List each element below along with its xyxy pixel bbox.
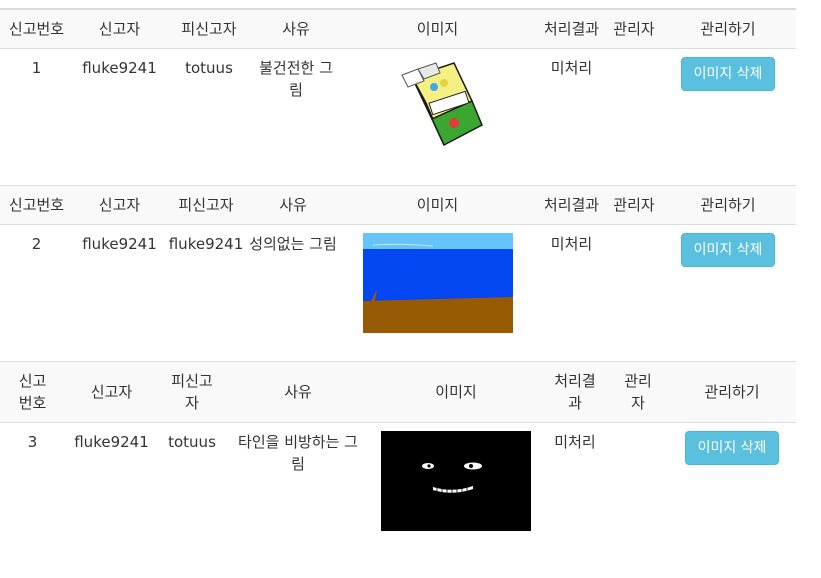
col-reporter: 신고자	[65, 361, 158, 423]
col-reason: 사유	[252, 9, 340, 49]
manage-cell: 이미지 삭제	[660, 225, 796, 334]
col-image: 이미지	[340, 185, 535, 225]
reason: 불건전한 그림	[259, 59, 333, 99]
reason: 성의없는 그림	[249, 235, 337, 253]
col-admin: 관리자	[608, 9, 660, 49]
manage-cell: 이미지 삭제	[668, 423, 796, 532]
image-cell	[370, 423, 542, 531]
col-manage: 관리하기	[660, 9, 796, 49]
col-reason: 사유	[246, 185, 340, 225]
table-row: 2 fluke9241 fluke9241 성의없는 그림 미처리 이미지 삭제	[0, 225, 796, 334]
col-manage: 관리하기	[668, 361, 796, 423]
manage-cell: 이미지 삭제	[660, 49, 796, 150]
report-no: 3	[27, 433, 38, 451]
image-cell	[340, 49, 535, 149]
report-table-1: 신고번호 신고자 피신고자 사유 이미지 처리결과 관리자 관리하기 1 flu…	[0, 9, 796, 149]
reported-image	[381, 431, 531, 531]
report-no: 2	[31, 235, 42, 253]
reported-user: totuus	[168, 433, 216, 451]
admin	[608, 423, 668, 532]
col-admin: 관리자	[608, 185, 660, 225]
col-manage: 관리하기	[660, 185, 796, 225]
admin	[608, 225, 660, 334]
image-cell	[340, 225, 535, 333]
reporter: fluke9241	[82, 235, 157, 253]
col-image: 이미지	[340, 9, 535, 49]
table-row: 1 fluke9241 totuus 불건전한 그림 미처리 이미지 삭제	[0, 49, 796, 150]
report-table-2: 신고번호 신고자 피신고자 사유 이미지 처리결과 관리자 관리하기 2 flu…	[0, 185, 796, 333]
reported-image	[387, 57, 488, 149]
table-header-row: 신고번호 신고자 피신고자 사유 이미지 처리결과 관리자 관리하기	[0, 9, 796, 49]
result: 미처리	[550, 59, 593, 77]
table-header-row: 신고번호 신고자 피신고자 사유 이미지 처리결과 관리자 관리하기	[0, 185, 796, 225]
table-header-row: 신고번호 신고자 피신고자 사유 이미지 처리결과 관리자 관리하기	[0, 361, 796, 423]
col-reporter: 신고자	[73, 185, 166, 225]
report-table-3: 신고번호 신고자 피신고자 사유 이미지 처리결과 관리자 관리하기 3 flu…	[0, 361, 796, 531]
delete-image-button[interactable]: 이미지 삭제	[684, 431, 780, 465]
col-reporter: 신고자	[73, 9, 166, 49]
table-row: 3 fluke9241 totuus 타인을 비방하는 그림 미처리 이미지 삭…	[0, 423, 796, 532]
col-report-no: 신고번호	[0, 361, 65, 423]
admin	[608, 49, 660, 150]
reported-user: totuus	[185, 59, 233, 77]
reporter: fluke9241	[82, 59, 157, 77]
reported-image	[362, 233, 513, 333]
report-no: 1	[31, 59, 42, 77]
reported-user: fluke9241	[168, 235, 244, 253]
reason: 타인을 비방하는 그림	[238, 433, 358, 473]
col-report-no: 신고번호	[0, 9, 73, 49]
col-reason: 사유	[226, 361, 370, 423]
col-reported: 피신고자	[166, 9, 252, 49]
col-admin: 관리자	[608, 361, 668, 423]
delete-image-button[interactable]: 이미지 삭제	[680, 233, 776, 267]
col-reported: 피신고자	[166, 185, 246, 225]
col-result: 처리결과	[542, 361, 608, 423]
col-reported: 피신고자	[158, 361, 226, 423]
col-report-no: 신고번호	[0, 185, 73, 225]
col-result: 처리결과	[535, 185, 608, 225]
result: 미처리	[550, 235, 593, 253]
result: 미처리	[554, 433, 596, 451]
col-image: 이미지	[370, 361, 542, 423]
delete-image-button[interactable]: 이미지 삭제	[680, 57, 776, 91]
reporter: fluke9241	[74, 433, 149, 451]
col-result: 처리결과	[535, 9, 608, 49]
